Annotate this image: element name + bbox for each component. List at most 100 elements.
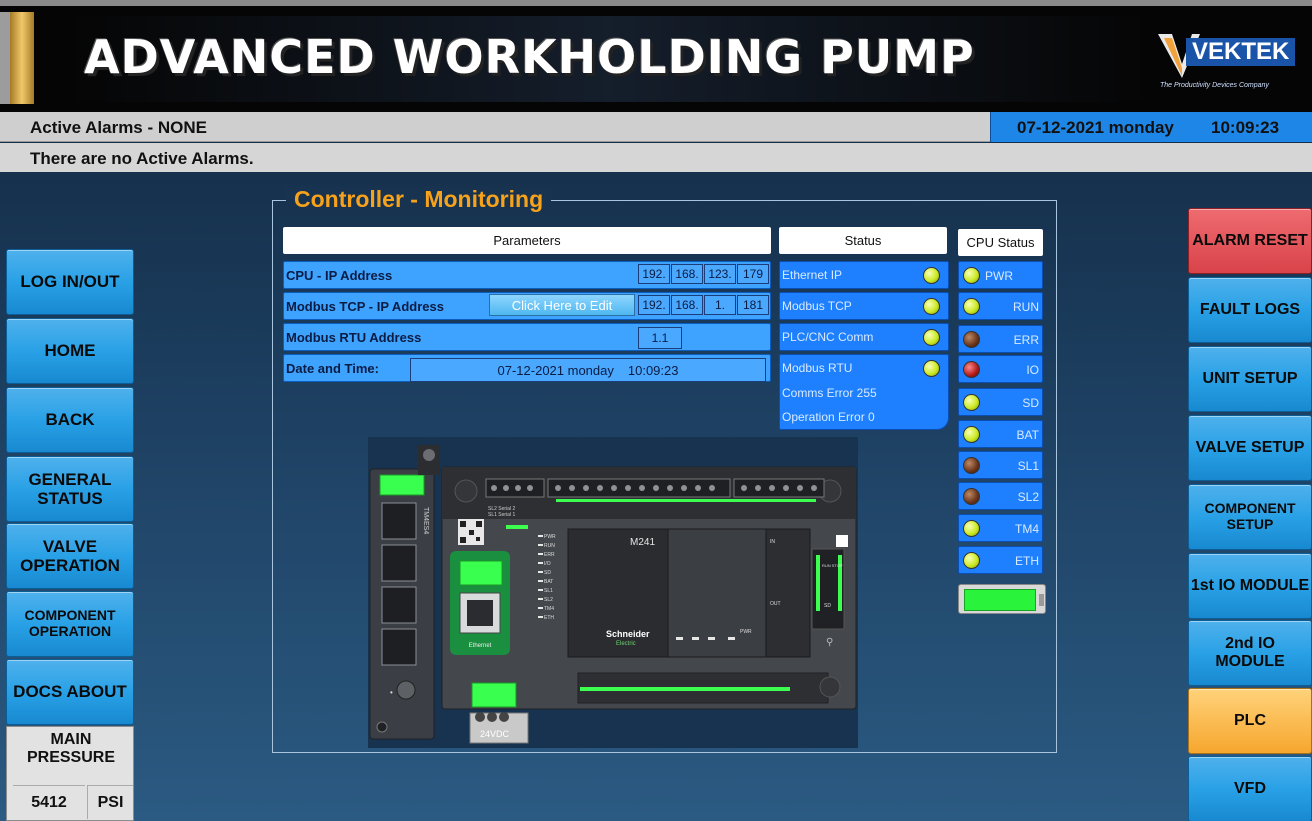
modbus-ip-octet-1: 192. [638,295,670,315]
plc-led-label: SL1 [544,588,553,594]
plc-power-label: 24VDC [480,729,510,739]
date-time-time: 10:09:23 [627,362,679,378]
err-led-icon [963,331,980,348]
cpu-status-sd: SD [958,388,1043,416]
cpu-status-err: ERR [958,325,1043,353]
banner-gold-bar [10,12,34,104]
status-ethernet-ip: Ethernet IP [779,261,949,289]
alarm-message-bar: There are no Active Alarms. [0,143,1312,172]
battery-fill [964,589,1036,611]
main-pressure-value: 5412 [13,785,85,819]
pwr-led-icon [963,267,980,284]
cpu-status-pwr: PWR [958,261,1043,289]
header-banner: ADVANCED WORKHOLDING PUMP VEKTEK The Pro… [0,0,1312,112]
cpu-status-run: RUN [958,292,1043,320]
main-pressure-unit: PSI [87,785,133,819]
status-modbus-tcp: Modbus TCP [779,292,949,320]
date-time-date: 07-12-2021 monday [497,362,614,378]
sd-led-icon [963,394,980,411]
io-module-2-button[interactable]: 2nd IO MODULE [1188,620,1312,686]
status-modbus-rtu-label: Modbus RTU [782,361,853,375]
ethernet-ip-led-icon [923,267,940,284]
plc-pwr-label: PWR [740,629,752,635]
date-time-field: 07-12-2021 monday 10:09:23 [410,358,766,382]
modbus-tcp-ip-row: Modbus TCP - IP Address Click Here to Ed… [283,292,771,320]
plc-out-label: OUT [770,601,781,607]
component-setup-button[interactable]: COMPONENT SETUP [1188,484,1312,550]
battery-tip [1039,594,1044,606]
unit-setup-button[interactable]: UNIT SETUP [1188,346,1312,412]
vektek-logo: VEKTEK The Productivity Devices Company [1158,26,1298,96]
alarm-bar: Active Alarms - NONE 07-12-2021 monday 1… [0,112,1312,142]
date-time-label: Date and Time: [286,361,379,376]
svg-text:•: • [390,688,393,697]
io-led-icon [963,361,980,378]
general-status-button[interactable]: GENERAL STATUS [6,456,134,522]
logo-name: VEKTEK [1186,38,1296,66]
plc-image: • TM4ES4 SL2 Serial 2 SL1 Serial 1 Ether… [368,437,858,748]
login-button[interactable]: LOG IN/OUT [6,249,134,315]
modbus-rtu-label: Modbus RTU Address [286,330,422,345]
io-module-1-button[interactable]: 1st IO MODULE [1188,553,1312,619]
vfd-button[interactable]: VFD [1188,756,1312,821]
clock-time: 10:09:23 [1211,118,1280,137]
plc-led-label: SL2 [544,597,553,603]
clock-date: 07-12-2021 monday [1017,118,1174,137]
plc-led-label: TM4 [544,606,554,612]
back-button[interactable]: BACK [6,387,134,453]
plc-module-led [379,474,425,496]
parameters-header: Parameters [283,227,771,254]
plc-button[interactable]: PLC [1188,688,1312,754]
plc-model-label: M241 [630,537,655,548]
cpu-status-eth: ETH [958,546,1043,574]
modbus-ip-octet-3: 1. [704,295,736,315]
plc-led-label: ERR [544,552,555,558]
plc-sd-label: SD [824,603,831,609]
plc-ethernet-label: Ethernet [469,643,492,649]
date-time-row: Date and Time: 07-12-2021 monday 10:09:2… [283,354,771,382]
status-modbus-rtu: Modbus RTU Comms Error 255 Operation Err… [779,354,949,430]
plc-led-label: BAT [544,579,553,585]
modbus-rtu-address: 1.1 [638,327,682,349]
cpu-ip-label: CPU - IP Address [286,268,393,283]
status-ethernet-ip-label: Ethernet IP [782,268,843,282]
usb-icon: ⚲ [826,637,833,648]
alarm-reset-button[interactable]: ALARM RESET [1188,208,1312,274]
component-operation-button[interactable]: COMPONENT OPERATION [6,591,134,657]
plc-led-label: SD [544,570,551,576]
cpu-status-bat: BAT [958,420,1043,448]
plc-brand-sub-label: Electric [616,641,636,647]
cpu-ip-octet-3: 123. [704,264,736,284]
valve-operation-button[interactable]: VALVE OPERATION [6,523,134,589]
status-plc-cnc-comm: PLC/CNC Comm [779,323,949,351]
home-button[interactable]: HOME [6,318,134,384]
fault-logs-button[interactable]: FAULT LOGS [1188,277,1312,343]
operation-error: Operation Error 0 [782,410,875,424]
comms-error: Comms Error 255 [782,386,877,400]
modbus-rtu-row: Modbus RTU Address 1.1 [283,323,771,351]
cpu-status-label: TM4 [1015,522,1039,536]
cpu-status-sl1: SL1 [958,451,1043,479]
cpu-status-sl2: SL2 [958,482,1043,510]
alarm-message: There are no Active Alarms. [30,149,254,168]
cpu-ip-octet-4: 179 [737,264,769,284]
cpu-status-label: RUN [1013,300,1039,314]
plc-illustration: • TM4ES4 SL2 Serial 2 SL1 Serial 1 Ether… [369,445,857,744]
edit-ip-button[interactable]: Click Here to Edit [489,294,635,316]
plc-led-label: ETH [544,615,554,621]
tm4-led-icon [963,520,980,537]
valve-setup-button[interactable]: VALVE SETUP [1188,415,1312,481]
cpu-status-label: SL1 [1017,459,1039,473]
banner-accent [0,12,10,104]
plc-led-label: RUN [544,543,555,549]
clock-box: 07-12-2021 monday 10:09:23 [990,112,1312,142]
plc-run-stop-label: RUN STOP [822,563,843,568]
main-pressure-readout: MAIN PRESSURE 5412 PSI [6,726,134,821]
active-alarms-label: Active Alarms - NONE [30,118,207,137]
cpu-status-label: SL2 [1017,490,1039,504]
panel-title: Controller - Monitoring [286,186,552,213]
eth-led-icon [963,552,980,569]
cpu-status-label: SD [1022,396,1039,410]
status-header: Status [779,227,947,254]
docs-about-button[interactable]: DOCS ABOUT [6,659,134,725]
